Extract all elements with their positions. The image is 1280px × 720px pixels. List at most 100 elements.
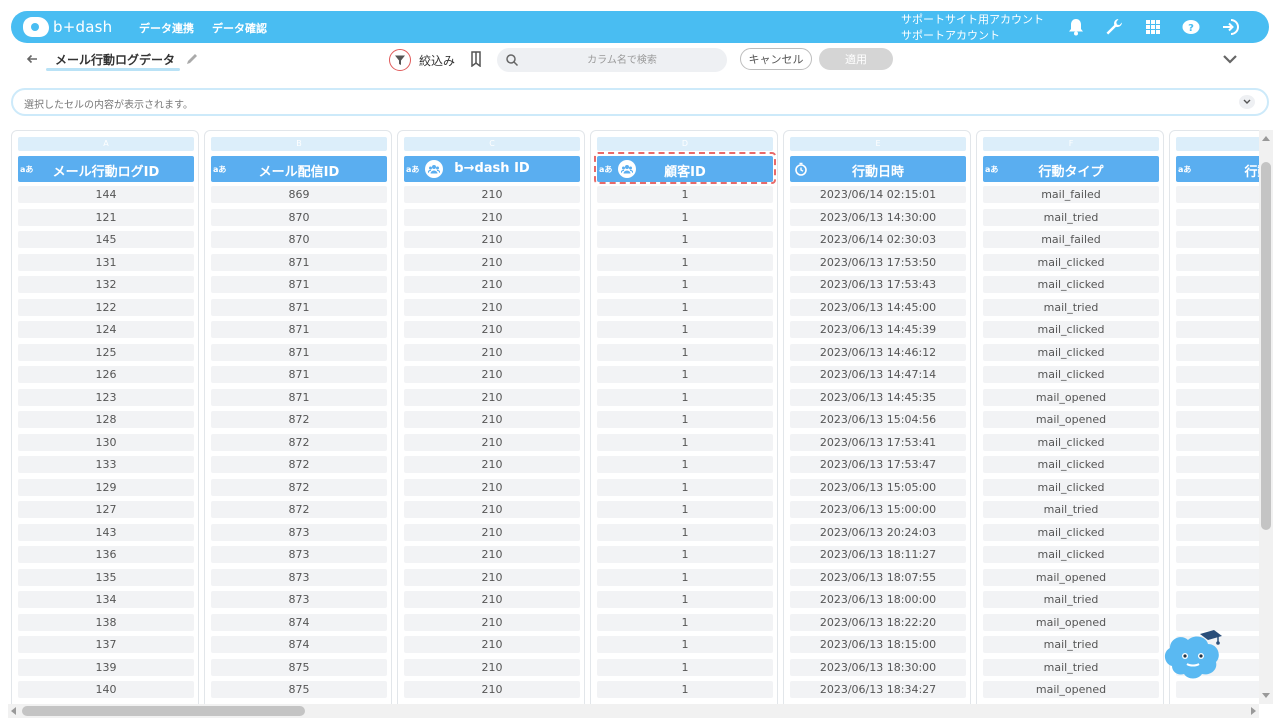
table-cell[interactable]: 2023/06/13 18:30:00	[790, 658, 966, 676]
table-cell[interactable]: mail_clicked	[983, 276, 1159, 293]
table-cell[interactable]: 873	[211, 523, 387, 541]
column-letter[interactable]: G	[1176, 137, 1259, 151]
table-cell[interactable]: 1	[597, 478, 773, 496]
table-cell[interactable]: 2023/06/13 17:53:47	[790, 456, 966, 473]
table-cell[interactable]: 2023/06/13 18:07:55	[790, 568, 966, 586]
nav-data-integration[interactable]: データ連携	[139, 20, 194, 36]
table-cell[interactable]: 1	[597, 501, 773, 518]
scroll-down-arrow-icon[interactable]	[1262, 693, 1270, 698]
table-cell[interactable]	[1176, 591, 1259, 608]
table-cell[interactable]: 143	[18, 523, 194, 541]
table-cell[interactable]: 1	[597, 636, 773, 653]
table-cell[interactable]: 2023/06/13 15:05:00	[790, 478, 966, 496]
table-cell[interactable]: 1	[597, 411, 773, 428]
table-cell[interactable]	[1176, 411, 1259, 428]
apply-button[interactable]: 適用	[819, 48, 893, 70]
table-cell[interactable]: 132	[18, 276, 194, 293]
table-cell[interactable]: 2023/06/13 18:15:00	[790, 636, 966, 653]
table-cell[interactable]	[1176, 501, 1259, 518]
table-cell[interactable]: mail_opened	[983, 613, 1159, 631]
help-icon[interactable]: ?	[1180, 16, 1202, 38]
table-cell[interactable]: 872	[211, 456, 387, 473]
table-cell[interactable]: 2023/06/13 14:45:35	[790, 388, 966, 406]
table-cell[interactable]: 1	[597, 433, 773, 451]
column-letter[interactable]: E	[790, 137, 966, 151]
table-cell[interactable]: 1	[597, 388, 773, 406]
table-cell[interactable]	[1176, 568, 1259, 586]
column-header[interactable]: aあ行動タ	[1176, 156, 1259, 182]
horizontal-scroll-thumb[interactable]	[22, 706, 305, 716]
table-cell[interactable]: 210	[404, 276, 580, 293]
table-cell[interactable]: 1	[597, 366, 773, 383]
table-cell[interactable]: 210	[404, 208, 580, 226]
scroll-left-arrow-icon[interactable]	[11, 707, 16, 715]
table-cell[interactable]: 123	[18, 388, 194, 406]
table-cell[interactable]: no	[1176, 343, 1259, 361]
table-cell[interactable]: mail_clicked	[983, 343, 1159, 361]
table-cell[interactable]: 130	[18, 433, 194, 451]
grid-icon[interactable]	[1142, 16, 1164, 38]
table-cell[interactable]: 2023/06/13 17:53:50	[790, 253, 966, 271]
table-cell[interactable]: 210	[404, 613, 580, 631]
logout-icon[interactable]	[1219, 16, 1241, 38]
table-cell[interactable]: 121	[18, 208, 194, 226]
table-cell[interactable]: 2023/06/13 18:00:00	[790, 591, 966, 608]
table-cell[interactable]: 872	[211, 501, 387, 518]
table-cell[interactable]: 210	[404, 433, 580, 451]
vertical-scrollbar[interactable]	[1259, 130, 1273, 704]
table-cell[interactable]	[1176, 298, 1259, 316]
column-header[interactable]: 行動日時	[790, 156, 966, 182]
scroll-right-arrow-icon[interactable]	[1251, 707, 1256, 715]
table-title-tab[interactable]: メール行動ログデータ	[55, 51, 175, 68]
table-cell[interactable]: no	[1176, 253, 1259, 271]
table-cell[interactable]: 2023/06/13 18:22:20	[790, 613, 966, 631]
table-cell[interactable]: 875	[211, 681, 387, 698]
table-cell[interactable]: mail_tried	[983, 658, 1159, 676]
table-cell[interactable]: 870	[211, 231, 387, 248]
table-cell[interactable]: no	[1176, 321, 1259, 338]
table-cell[interactable]: mail_opened	[983, 681, 1159, 698]
table-cell[interactable]: 128	[18, 411, 194, 428]
table-cell[interactable]: 1	[597, 456, 773, 473]
table-cell[interactable]: 210	[404, 366, 580, 383]
table-cell[interactable]: 1	[597, 568, 773, 586]
vertical-scroll-thumb[interactable]	[1261, 162, 1271, 530]
table-cell[interactable]: 1	[597, 343, 773, 361]
table-cell[interactable]: 210	[404, 681, 580, 698]
table-cell[interactable]: 210	[404, 636, 580, 653]
table-cell[interactable]: 2023/06/13 14:45:39	[790, 321, 966, 338]
table-cell[interactable]: 127	[18, 501, 194, 518]
table-cell[interactable]: 872	[211, 411, 387, 428]
table-cell[interactable]: no	[1176, 433, 1259, 451]
table-cell[interactable]: 874	[211, 613, 387, 631]
table-cell[interactable]: 1	[597, 231, 773, 248]
table-cell[interactable]: no	[1176, 366, 1259, 383]
table-cell[interactable]: 2023/06/13 18:11:27	[790, 546, 966, 563]
table-cell[interactable]: mail_tried	[983, 298, 1159, 316]
table-cell[interactable]: mail_failed	[983, 186, 1159, 203]
table-cell[interactable]: 138	[18, 613, 194, 631]
table-cell[interactable]: 126	[18, 366, 194, 383]
table-cell[interactable]: 873	[211, 591, 387, 608]
table-cell[interactable]: 135	[18, 568, 194, 586]
table-cell[interactable]: mail_clicked	[983, 478, 1159, 496]
table-cell[interactable]: 210	[404, 321, 580, 338]
table-cell[interactable]: 871	[211, 276, 387, 293]
table-cell[interactable]: no	[1176, 546, 1259, 563]
table-cell[interactable]: 1	[597, 208, 773, 226]
table-cell[interactable]: 2023/06/13 18:34:27	[790, 681, 966, 698]
table-cell[interactable]: mail_clicked	[983, 433, 1159, 451]
table-cell[interactable]: 210	[404, 298, 580, 316]
table-cell[interactable]: 2023/06/13 15:04:56	[790, 411, 966, 428]
table-cell[interactable]: mail_clicked	[983, 523, 1159, 541]
table-cell[interactable]: 140	[18, 681, 194, 698]
table-cell[interactable]: no	[1176, 456, 1259, 473]
column-header[interactable]: aあ メール配信ID	[211, 156, 387, 182]
table-cell[interactable]: 210	[404, 501, 580, 518]
table-cell[interactable]: 2023/06/13 17:53:43	[790, 276, 966, 293]
table-cell[interactable]: no	[1176, 478, 1259, 496]
wrench-icon[interactable]	[1103, 16, 1125, 38]
table-cell[interactable]: 871	[211, 343, 387, 361]
table-cell[interactable]: mail_tried	[983, 501, 1159, 518]
table-cell[interactable]: mail_clicked	[983, 321, 1159, 338]
